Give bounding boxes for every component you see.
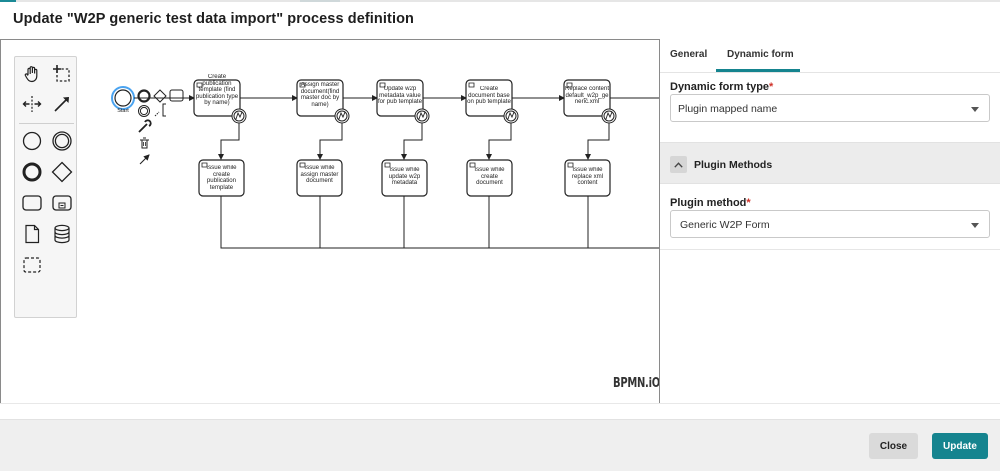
bpmn-io-logo[interactable]: BPMN.iO <box>613 376 659 391</box>
error-task-label: Issue while assign master document <box>300 165 339 185</box>
dynamic-form-type-value: Plugin mapped name <box>678 103 778 115</box>
chevron-down-icon <box>971 107 979 112</box>
close-button[interactable]: Close <box>869 433 918 459</box>
dialog-title: Update "W2P generic test data import" pr… <box>13 11 414 27</box>
context-pad[interactable] <box>137 89 184 165</box>
task-label: Assign master document(find master doc b… <box>300 82 340 108</box>
properties-panel: General Dynamic form Dynamic form type* … <box>660 39 1000 404</box>
update-button[interactable]: Update <box>932 433 988 459</box>
boundary-error-event[interactable] <box>601 108 617 124</box>
task-label: Create publication template (find public… <box>195 74 239 107</box>
error-task-label: Issue while replace xml content <box>571 167 604 187</box>
panel-tabs: General Dynamic form <box>660 39 1000 73</box>
dialog-footer: Close Update <box>0 419 1000 471</box>
plugin-method-value: Generic W2P Form <box>680 219 770 231</box>
boundary-error-event[interactable] <box>334 108 350 124</box>
boundary-error-event[interactable] <box>414 108 430 124</box>
tab-dynamic-form[interactable]: Dynamic form <box>727 49 794 60</box>
required-asterisk: * <box>746 197 751 209</box>
append-gateway-icon[interactable] <box>153 89 167 103</box>
boundary-error-event[interactable] <box>503 108 519 124</box>
error-task-label: Issue while update w2p metadata <box>388 167 421 187</box>
task-label: Update w2p metadata value for pub templa… <box>377 86 423 106</box>
dynamic-form-type-label: Dynamic form type* <box>670 81 774 93</box>
task-label: Replace content default_w2p_generic.xml <box>564 86 610 106</box>
task-label: Create document base on pub template <box>467 86 511 106</box>
tab-general[interactable]: General <box>670 49 707 60</box>
required-asterisk: * <box>769 81 774 93</box>
delete-trash-icon[interactable] <box>140 137 149 149</box>
append-text-annotation-icon[interactable] <box>154 103 166 117</box>
plugin-methods-section: Plugin Methods <box>660 142 1000 184</box>
dynamic-form-type-select[interactable]: Plugin mapped name <box>670 94 990 122</box>
bpmn-canvas[interactable]: Start Create publication template (find … <box>0 39 660 404</box>
append-task-icon[interactable] <box>169 89 184 102</box>
plugin-method-select[interactable]: Generic W2P Form <box>670 210 990 238</box>
change-type-wrench-icon[interactable] <box>138 119 152 133</box>
start-event[interactable] <box>111 86 135 110</box>
start-event-label: Start <box>117 108 129 114</box>
append-end-event-icon[interactable] <box>137 89 151 103</box>
plugin-methods-title: Plugin Methods <box>694 159 773 171</box>
chevron-down-icon <box>971 223 979 228</box>
collapse-toggle-button[interactable] <box>670 156 687 173</box>
chevron-up-icon <box>674 161 683 168</box>
top-divider <box>0 0 1000 2</box>
error-task-label: Issue while create document <box>474 167 505 187</box>
footer-separator <box>0 403 1000 419</box>
plugin-method-label: Plugin method* <box>670 197 751 209</box>
connect-arrow-icon[interactable] <box>139 154 150 165</box>
panel-divider <box>660 249 1000 250</box>
active-tab-indicator <box>716 69 800 72</box>
error-task-label: Issue while create publication template <box>206 165 237 191</box>
